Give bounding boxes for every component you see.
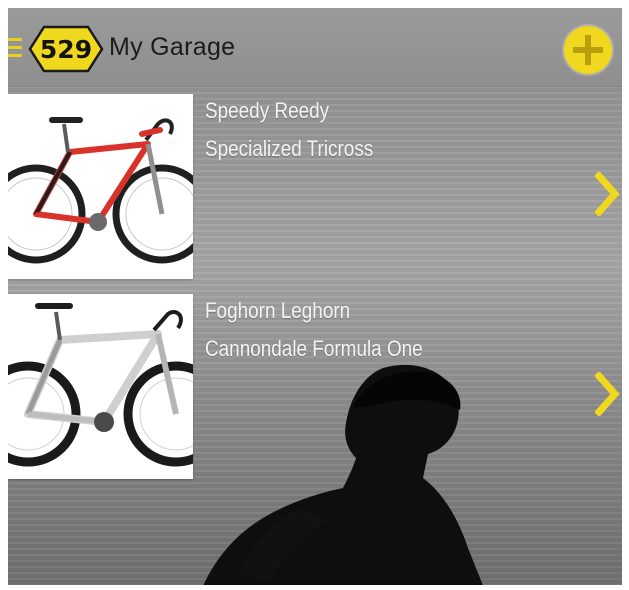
app-logo: 529 <box>28 25 104 73</box>
bike-photo <box>8 294 193 479</box>
logo-text: 529 <box>40 35 92 64</box>
add-bike-button[interactable] <box>564 26 612 74</box>
chevron-right-icon[interactable] <box>595 372 621 416</box>
bike-image <box>8 94 193 279</box>
bike-model: Specialized Tricross <box>205 136 374 161</box>
bike-list-item[interactable]: Foghorn Leghorn Cannondale Formula One <box>8 294 622 479</box>
bike-model: Cannondale Formula One <box>205 336 423 361</box>
bike-image <box>8 294 193 479</box>
bike-nickname: Speedy Reedy <box>205 98 330 123</box>
top-bar: 529 My Garage <box>8 8 622 86</box>
hamburger-menu-icon[interactable] <box>8 38 22 58</box>
chevron-right-icon[interactable] <box>595 172 621 216</box>
app-screen: 529 My Garage Speedy Reedy Specialized T… <box>8 8 622 585</box>
bike-nickname: Foghorn Leghorn <box>205 298 351 323</box>
bike-photo <box>8 94 193 279</box>
bike-list-item[interactable]: Speedy Reedy Specialized Tricross <box>8 94 622 279</box>
page-title: My Garage <box>109 33 236 61</box>
